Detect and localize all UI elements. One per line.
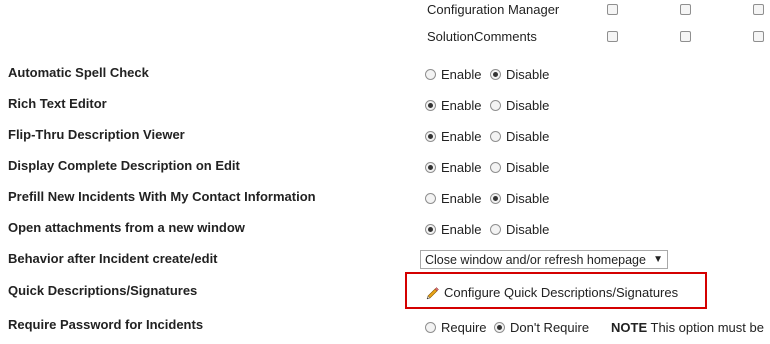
note-text: This option must be [650, 320, 764, 335]
disable-label: Disable [506, 129, 550, 144]
role-checkbox[interactable] [680, 4, 691, 15]
role-checkbox[interactable] [753, 31, 764, 42]
disable-option[interactable]: Disable [490, 191, 549, 206]
enable-option[interactable]: Enable [425, 191, 481, 206]
behavior-select[interactable]: Close window and/or refresh homepage ▼ [420, 250, 668, 269]
role-checkbox[interactable] [680, 31, 691, 42]
disable-option[interactable]: Disable [490, 129, 549, 144]
disable-label: Disable [506, 67, 550, 82]
chevron-down-icon: ▼ [653, 254, 663, 265]
disable-option[interactable]: Disable [490, 98, 549, 113]
enable-radio[interactable] [425, 131, 436, 142]
disable-label: Disable [506, 191, 550, 206]
setting-row-rich-text: Rich Text Editor Enable Disable [0, 96, 770, 118]
role-name: SolutionComments [427, 29, 537, 44]
enable-option[interactable]: Enable [425, 98, 481, 113]
configure-quick-descriptions-link[interactable]: Configure Quick Descriptions/Signatures [426, 285, 678, 300]
setting-label: Open attachments from a new window [8, 220, 245, 235]
setting-label: Automatic Spell Check [8, 65, 149, 80]
enable-label: Enable [441, 160, 482, 175]
enable-radio[interactable] [425, 100, 436, 111]
disable-option[interactable]: Disable [490, 222, 549, 237]
disable-radio[interactable] [490, 162, 501, 173]
password-note: NOTE This option must be [611, 320, 764, 335]
disable-option[interactable]: Disable [490, 67, 549, 82]
require-label: Require [441, 320, 487, 335]
disable-radio[interactable] [490, 193, 501, 204]
enable-radio[interactable] [425, 162, 436, 173]
setting-label: Rich Text Editor [8, 96, 107, 111]
setting-row-attachments: Open attachments from a new window Enabl… [0, 220, 770, 242]
setting-label: Quick Descriptions/Signatures [8, 283, 198, 298]
enable-label: Enable [441, 129, 482, 144]
enable-option[interactable]: Enable [425, 160, 481, 175]
setting-row-display-complete: Display Complete Description on Edit Ena… [0, 158, 770, 180]
enable-label: Enable [441, 222, 482, 237]
enable-radio[interactable] [425, 69, 436, 80]
setting-label: Display Complete Description on Edit [8, 158, 240, 173]
enable-option[interactable]: Enable [425, 222, 481, 237]
disable-option[interactable]: Disable [490, 160, 549, 175]
enable-label: Enable [441, 191, 482, 206]
setting-label: Behavior after Incident create/edit [8, 251, 218, 266]
disable-label: Disable [506, 160, 550, 175]
note-bold: NOTE [611, 320, 648, 335]
behavior-selected-value: Close window and/or refresh homepage [425, 252, 646, 267]
enable-radio[interactable] [425, 193, 436, 204]
disable-radio[interactable] [490, 131, 501, 142]
setting-label: Prefill New Incidents With My Contact In… [8, 189, 316, 204]
disable-label: Disable [506, 222, 550, 237]
pencil-icon [426, 286, 440, 300]
setting-label: Require Password for Incidents [8, 317, 204, 332]
configure-link-label: Configure Quick Descriptions/Signatures [444, 285, 679, 300]
role-checkbox[interactable] [753, 4, 764, 15]
setting-label: Flip-Thru Description Viewer [8, 127, 185, 142]
setting-row-spell-check: Automatic Spell Check Enable Disable [0, 65, 770, 87]
disable-radio[interactable] [490, 100, 501, 111]
role-checkbox[interactable] [607, 31, 618, 42]
enable-option[interactable]: Enable [425, 67, 481, 82]
dont-require-radio[interactable] [494, 322, 505, 333]
dont-require-label: Don't Require [510, 320, 590, 335]
role-checkbox[interactable] [607, 4, 618, 15]
enable-radio[interactable] [425, 224, 436, 235]
disable-radio[interactable] [490, 69, 501, 80]
enable-option[interactable]: Enable [425, 129, 481, 144]
disable-radio[interactable] [490, 224, 501, 235]
disable-label: Disable [506, 98, 550, 113]
dont-require-option[interactable]: Don't Require [494, 320, 589, 335]
setting-row-prefill: Prefill New Incidents With My Contact In… [0, 189, 770, 211]
role-name: Configuration Manager [427, 2, 560, 17]
setting-row-flip-thru: Flip-Thru Description Viewer Enable Disa… [0, 127, 770, 149]
enable-label: Enable [441, 98, 482, 113]
require-radio[interactable] [425, 322, 436, 333]
enable-label: Enable [441, 67, 482, 82]
require-option[interactable]: Require [425, 320, 487, 335]
